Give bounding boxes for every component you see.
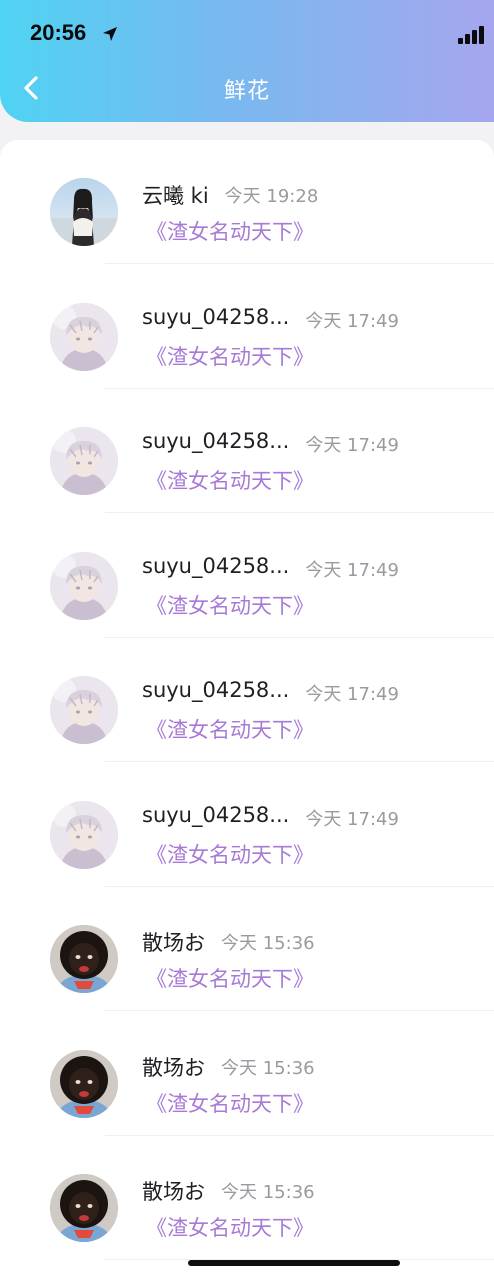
status-time: 20:56	[30, 20, 87, 45]
gift-book-title[interactable]: 《渣女名动天下》	[146, 1088, 314, 1118]
gift-book-title[interactable]: 《渣女名动天下》	[146, 1212, 314, 1242]
timestamp: 今天 15:36	[221, 1182, 315, 1203]
list-item[interactable]: 散场お 今天 15:36 《渣女名动天下》	[0, 887, 494, 1011]
gift-book-title[interactable]: 《渣女名动天下》	[146, 839, 314, 869]
location-arrow-icon	[103, 27, 117, 41]
gift-book-title[interactable]: 《渣女名动天下》	[146, 216, 314, 246]
timestamp: 今天 15:36	[221, 933, 315, 954]
user-name: 散场お	[142, 1055, 205, 1080]
gift-book-title[interactable]: 《渣女名动天下》	[146, 714, 314, 744]
user-name: suyu_04258...	[142, 802, 290, 827]
timestamp: 今天 17:49	[305, 310, 399, 332]
avatar[interactable]	[50, 676, 118, 744]
avatar[interactable]	[50, 1049, 118, 1118]
list-item[interactable]: suyu_04258... 今天 17:49 《渣女名动天下》	[0, 638, 494, 762]
cellular-signal-icon	[458, 26, 484, 44]
avatar[interactable]	[50, 551, 118, 620]
timestamp: 今天 15:36	[221, 1057, 315, 1079]
avatar[interactable]	[50, 800, 118, 869]
page-title: 鲜花	[223, 79, 270, 104]
gift-book-title[interactable]: 《渣女名动天下》	[146, 590, 314, 620]
user-name: 散场お	[142, 931, 205, 955]
avatar[interactable]	[50, 1174, 118, 1242]
avatar[interactable]	[50, 427, 118, 495]
user-name: 散场お	[142, 1180, 205, 1204]
header-bar: 20:56 鲜花	[0, 0, 494, 122]
list-item[interactable]: 云曦 ki 今天 19:28 《渣女名动天下》	[0, 140, 494, 264]
gift-book-title[interactable]: 《渣女名动天下》	[146, 963, 314, 993]
user-name: suyu_04258...	[142, 553, 290, 578]
timestamp: 今天 19:28	[224, 186, 319, 207]
avatar[interactable]	[50, 302, 118, 371]
user-name: suyu_04258...	[142, 429, 290, 453]
home-indicator	[188, 1260, 400, 1266]
avatar[interactable]	[50, 925, 118, 993]
gift-book-title[interactable]: 《渣女名动天下》	[146, 465, 314, 495]
user-name: suyu_04258...	[142, 678, 290, 702]
user-name: 云曦 ki	[142, 184, 209, 208]
list-item[interactable]: suyu_04258... 今天 17:49 《渣女名动天下》	[0, 514, 494, 638]
avatar[interactable]	[50, 178, 118, 246]
timestamp: 今天 17:49	[305, 684, 399, 705]
user-name: suyu_04258...	[142, 304, 290, 329]
gift-list: 云曦 ki 今天 19:28 《渣女名动天下》 suyu_04258... 今天 17:…	[0, 140, 494, 1280]
list-item[interactable]: suyu_04258... 今天 17:49 《渣女名动天下》	[0, 763, 494, 887]
gift-book-title[interactable]: 《渣女名动天下》	[146, 341, 314, 371]
timestamp: 今天 17:49	[305, 435, 399, 456]
timestamp: 今天 17:49	[305, 559, 399, 581]
list-item[interactable]: 散场お 今天 15:36 《渣女名动天下》	[0, 1012, 494, 1136]
timestamp: 今天 17:49	[305, 808, 399, 830]
list-item[interactable]: suyu_04258... 今天 17:49 《渣女名动天下》	[0, 265, 494, 389]
list-item[interactable]: 散场お 今天 15:36 《渣女名动天下》	[0, 1136, 494, 1260]
list-item[interactable]: suyu_04258... 今天 17:49 《渣女名动天下》	[0, 389, 494, 513]
